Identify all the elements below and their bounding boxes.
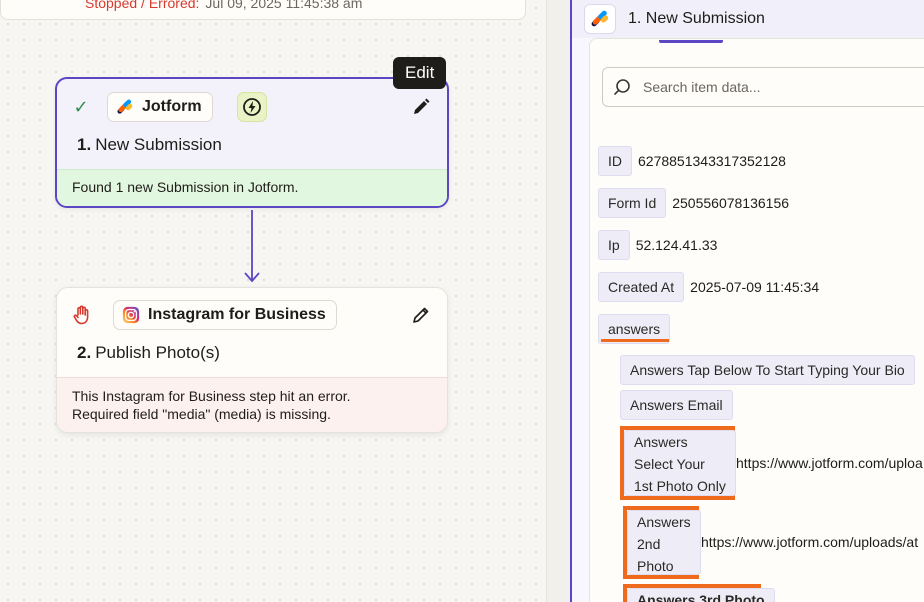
app-pill-jotform[interactable]: Jotform bbox=[107, 92, 213, 122]
app-pill-instagram[interactable]: Instagram for Business bbox=[113, 300, 337, 330]
panel-header: 1. New Submission bbox=[572, 0, 924, 38]
answer-value-photo-1: https://www.jotform.com/uploa bbox=[736, 455, 923, 471]
search-input[interactable] bbox=[643, 79, 903, 95]
step-error-message: This Instagram for Business step hit an … bbox=[57, 377, 447, 432]
field-value: 52.124.41.33 bbox=[635, 237, 718, 253]
field-key[interactable]: Created At bbox=[598, 272, 685, 302]
jotform-logo-icon bbox=[117, 99, 133, 114]
answer-key-photo-1[interactable]: Answers Select Your 1st Photo Only bbox=[624, 430, 736, 496]
active-tab-indicator bbox=[659, 40, 723, 43]
edit-pencil-icon[interactable] bbox=[411, 97, 431, 117]
app-name: Instagram for Business bbox=[148, 306, 326, 323]
field-row-form-id: Form Id 250556078136156 bbox=[598, 188, 789, 218]
field-row-id: ID 6278851343317352128 bbox=[598, 146, 786, 176]
edit-pencil-outline-icon[interactable] bbox=[411, 305, 431, 325]
field-key[interactable]: ID bbox=[598, 146, 632, 176]
answer-key-photo-2[interactable]: Answers 2nd Photo bbox=[627, 510, 701, 575]
answer-key-email[interactable]: Answers Email bbox=[620, 390, 733, 420]
check-icon: ✓ bbox=[73, 97, 89, 117]
run-status: Stopped / Errored: Jul 09, 2025 11:45:38 … bbox=[85, 0, 363, 11]
field-key[interactable]: Form Id bbox=[598, 188, 667, 218]
field-value: 250556078136156 bbox=[672, 195, 790, 211]
step-status-message: Found 1 new Submission in Jotform. bbox=[57, 169, 447, 206]
field-row-ip: Ip 52.124.41.33 bbox=[598, 230, 717, 260]
trigger-badge bbox=[236, 92, 267, 122]
jotform-logo-icon bbox=[584, 4, 616, 34]
field-row-created-at: Created At 2025-07-09 11:45:34 bbox=[598, 272, 819, 302]
panel-title: 1. New Submission bbox=[628, 10, 765, 27]
search-icon bbox=[614, 79, 630, 95]
lightning-icon bbox=[242, 98, 261, 116]
step-title: 1. New Submission bbox=[77, 135, 222, 154]
panel-splitter[interactable] bbox=[546, 0, 570, 602]
field-value: 6278851343317352128 bbox=[638, 153, 786, 169]
answers-highlight-underline bbox=[601, 339, 669, 342]
field-value: 2025-07-09 11:45:34 bbox=[690, 279, 820, 295]
answer-key-bio[interactable]: Answers Tap Below To Start Typing Your B… bbox=[620, 355, 915, 385]
instagram-logo-icon bbox=[122, 306, 140, 324]
zap-canvas[interactable]: Stopped / Errored: Jul 09, 2025 11:45:38 … bbox=[0, 0, 546, 602]
edit-tooltip: Edit bbox=[393, 57, 447, 89]
step-card-publish-photo[interactable]: Instagram for Business 2. Publish Photo(s… bbox=[56, 287, 448, 433]
stop-hand-icon bbox=[73, 305, 89, 325]
step-connector-arrow bbox=[244, 210, 260, 283]
step-card-new-submission[interactable]: ✓ Jotform 1. New Submission Found 1 new … bbox=[55, 77, 449, 208]
search-box[interactable] bbox=[602, 67, 924, 107]
field-key[interactable]: Ip bbox=[598, 230, 630, 260]
answer-value-photo-2: https://www.jotform.com/uploads/at bbox=[701, 534, 919, 550]
step-title: 2. Publish Photo(s) bbox=[77, 343, 220, 362]
previous-run-card[interactable]: Stopped / Errored: Jul 09, 2025 11:45:38 … bbox=[0, 0, 526, 20]
app-name: Jotform bbox=[142, 98, 202, 115]
answer-key-photo-3[interactable]: Answers 3rd Photo bbox=[627, 588, 775, 602]
